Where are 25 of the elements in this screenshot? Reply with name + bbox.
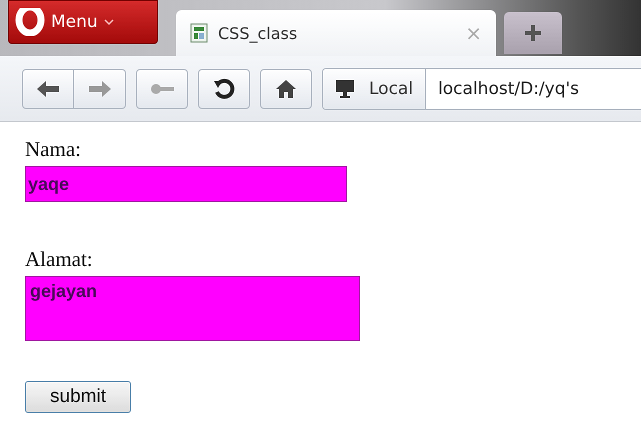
plus-icon [525, 25, 541, 41]
home-button[interactable] [260, 68, 312, 108]
home-icon [275, 78, 297, 98]
ring-logo-icon [15, 8, 45, 36]
reload-button[interactable] [198, 68, 250, 108]
submit-button[interactable]: submit [25, 381, 131, 413]
page-icon [190, 23, 208, 43]
field-label: Alamat: [25, 246, 93, 272]
key-icon [150, 82, 174, 94]
forward-arrow-icon [88, 80, 110, 96]
back-arrow-icon [37, 80, 59, 96]
new-tab-button[interactable] [504, 12, 562, 54]
address-bar[interactable]: Local localhost/D:/yq's [322, 68, 641, 110]
local-badge: Local [323, 68, 426, 108]
menu-button[interactable]: Menu [8, 0, 158, 44]
back-button[interactable] [22, 68, 74, 108]
browser-tab[interactable]: CSS_class × [176, 10, 496, 56]
monitor-icon [335, 78, 355, 98]
input-field[interactable]: yaqe [25, 166, 347, 202]
chevron-icon [104, 18, 114, 26]
tab-title: CSS_class [218, 24, 298, 42]
field-label: Nama: [25, 136, 81, 162]
url-text: localhost/D:/yq's [437, 78, 580, 98]
reload-icon [213, 78, 235, 100]
text-area[interactable]: gejayan [25, 276, 360, 341]
